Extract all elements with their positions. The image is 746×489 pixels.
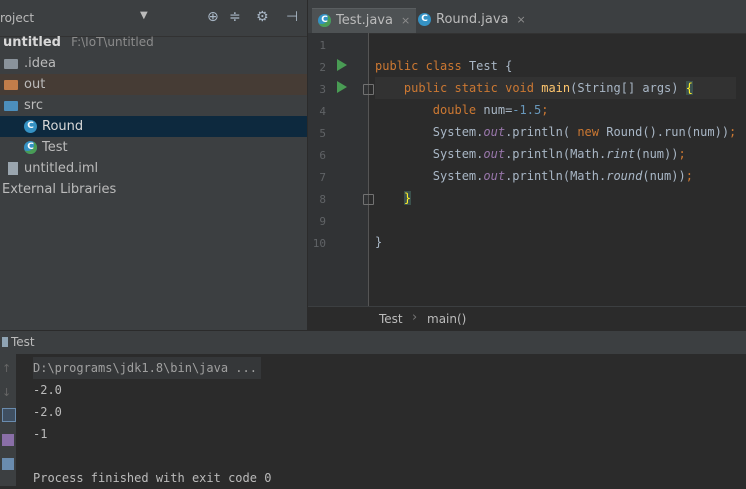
code-line-10: }: [375, 235, 383, 249]
project-path: F:\IoT\untitled: [71, 35, 154, 49]
up-arrow-icon[interactable]: ↑: [2, 362, 14, 375]
code-line-8: }: [403, 191, 412, 205]
editor-gutter[interactable]: 1 2 3 4 5 6 7 8 9 10: [308, 33, 374, 306]
tree-item-test[interactable]: C Test: [0, 137, 307, 158]
tree-item-iml[interactable]: untitled.iml: [0, 158, 307, 179]
tree-item-external-libraries[interactable]: External Libraries: [0, 179, 307, 200]
soft-wrap-icon[interactable]: [2, 408, 16, 422]
code-line-3: public static void main(String[] args) {: [375, 77, 737, 99]
run-tool-window-header: Test: [0, 330, 746, 355]
line-number: 5: [319, 127, 326, 140]
line-number: 8: [319, 193, 326, 206]
tree-item-out[interactable]: out: [0, 74, 307, 95]
tree-item-label: Test: [42, 140, 68, 155]
console-lines: D:\programs\jdk1.8\bin\java ... -2.0 -2.…: [33, 357, 271, 489]
collapse-icon[interactable]: ≑: [229, 9, 241, 25]
code-line-5: System.out.println( new Round().run(num)…: [432, 125, 737, 139]
fold-icon[interactable]: [363, 84, 374, 95]
tree-item-label: out: [24, 77, 46, 92]
tab-label: Round.java: [436, 12, 509, 27]
project-tool-window: roject ▼ ⊕ ≑ ⚙ ⊣ untitled F:\IoT\untitle…: [0, 0, 308, 330]
tree-item-label: untitled.iml: [24, 161, 99, 176]
tree-item-idea[interactable]: .idea: [0, 53, 307, 74]
module-file-icon: [8, 162, 18, 175]
code-line-6: System.out.println(Math.rint(num));: [432, 147, 686, 161]
project-tree: untitled F:\IoT\untitled .idea out src C…: [0, 32, 307, 200]
tree-item-src[interactable]: src: [0, 95, 307, 116]
run-class-icon[interactable]: [337, 59, 347, 71]
console-output[interactable]: D:\programs\jdk1.8\bin\java ... -2.0 -2.…: [16, 354, 746, 486]
runnable-class-icon: C: [24, 141, 37, 154]
tab-label: Test.java: [336, 13, 393, 28]
print-icon[interactable]: [2, 458, 14, 470]
line-number: 6: [319, 149, 326, 162]
code-editor[interactable]: public class Test { public static void m…: [375, 33, 737, 253]
run-icon: [2, 337, 8, 347]
line-number: 3: [319, 83, 326, 96]
console-command-line[interactable]: D:\programs\jdk1.8\bin\java ...: [33, 357, 261, 379]
code-line-2: public class Test {: [375, 59, 513, 73]
tree-item-label: src: [24, 98, 43, 113]
editor-tabs: C Test.java × C Round.java ×: [308, 0, 746, 34]
run-tab-title[interactable]: Test: [11, 335, 35, 349]
tree-item-label: .idea: [24, 56, 56, 71]
breadcrumb-separator-icon: ›: [412, 310, 418, 325]
console-line: -1: [33, 427, 48, 441]
run-main-icon[interactable]: [337, 81, 347, 93]
excluded-folder-icon: [4, 79, 18, 90]
class-icon: C: [318, 14, 331, 27]
close-icon[interactable]: ×: [401, 14, 410, 27]
line-number: 1: [319, 39, 326, 52]
tree-item-round[interactable]: C Round: [0, 116, 307, 137]
folder-icon: [4, 58, 18, 69]
tree-item-label: External Libraries: [2, 182, 117, 197]
tab-round-java[interactable]: C Round.java ×: [412, 8, 532, 32]
scroll-to-end-icon[interactable]: [2, 434, 14, 446]
tab-test-java[interactable]: C Test.java ×: [312, 8, 417, 33]
console-line: -2.0: [33, 405, 62, 419]
breadcrumb-class[interactable]: Test: [379, 312, 403, 326]
close-icon[interactable]: ×: [517, 13, 526, 26]
down-arrow-icon[interactable]: ↓: [2, 386, 14, 399]
run-toolbar: ↑ ↓: [0, 354, 16, 486]
hide-icon[interactable]: ⊣: [286, 9, 298, 25]
breadcrumb-method[interactable]: main(): [427, 312, 466, 326]
line-number: 2: [319, 61, 326, 74]
code-line-4: double num=-1.5;: [432, 103, 549, 117]
tree-item-label: Round: [42, 119, 84, 134]
line-number: 7: [319, 171, 326, 184]
line-number: 9: [319, 215, 326, 228]
fold-icon[interactable]: [363, 194, 374, 205]
code-line-7: System.out.println(Math.round(num));: [432, 169, 693, 183]
gear-icon[interactable]: ⚙: [256, 9, 269, 25]
view-dropdown-icon[interactable]: ▼: [140, 10, 148, 21]
project-view-title[interactable]: roject: [0, 11, 34, 25]
console-line: -2.0: [33, 383, 62, 397]
crosshair-icon[interactable]: ⊕: [207, 9, 219, 25]
tree-item-label: untitled: [3, 35, 61, 50]
class-icon: C: [24, 120, 37, 133]
line-number: 10: [312, 237, 326, 250]
breadcrumb: Test › main(): [308, 306, 746, 331]
class-icon: C: [418, 13, 431, 26]
tree-item-untitled[interactable]: untitled F:\IoT\untitled: [0, 32, 307, 53]
line-number: 4: [319, 105, 326, 118]
source-folder-icon: [4, 100, 18, 111]
